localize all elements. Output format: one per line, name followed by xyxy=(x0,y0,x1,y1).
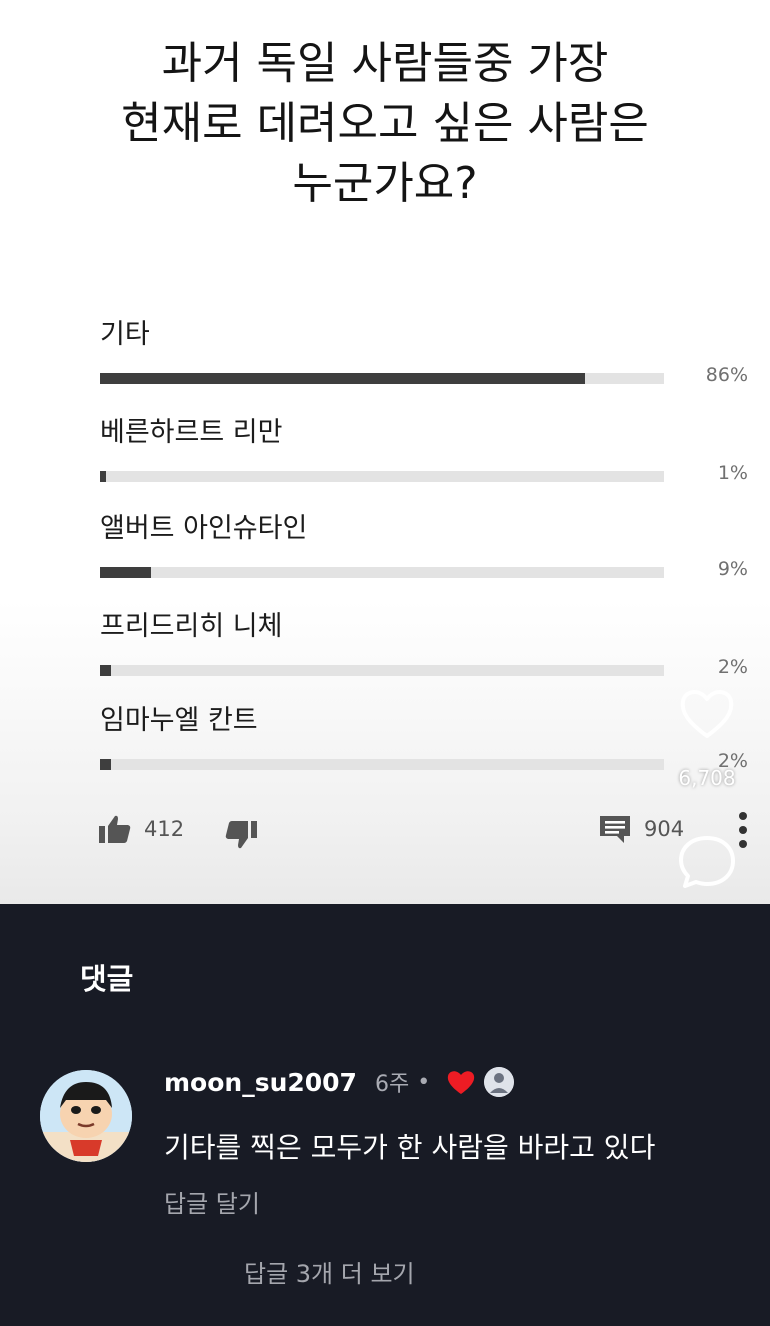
poll-bar-fill xyxy=(100,665,111,676)
poll-option[interactable]: 임마누엘 칸트 2% xyxy=(100,704,760,772)
poll-bar-fill xyxy=(100,471,106,482)
poll-question: 과거 독일 사람들중 가장 현재로 데려오고 싶은 사람은 누군가요? xyxy=(121,38,649,209)
comment-icon xyxy=(600,816,630,843)
poll-option[interactable]: 기타 86% xyxy=(100,318,760,386)
poll-bar-track xyxy=(100,373,664,384)
avatar[interactable] xyxy=(40,1070,132,1162)
dislike-button[interactable] xyxy=(224,820,258,850)
more-vertical-icon[interactable] xyxy=(736,810,750,850)
poll-option-label: 기타 xyxy=(100,319,150,350)
comment-text: 기타를 찍은 모두가 한 사람을 바라고 있다 xyxy=(164,1131,656,1164)
comment-bubble-icon[interactable] xyxy=(676,832,738,890)
red-heart-icon xyxy=(448,1071,475,1094)
poll-option-label: 프리드리히 니체 xyxy=(100,611,283,642)
poll-option[interactable]: 앨버트 아인슈타인 9% xyxy=(100,512,760,580)
avatar-image xyxy=(40,1070,132,1162)
thumbs-down-icon xyxy=(225,821,257,849)
reply-button[interactable]: 답글 달기 xyxy=(164,1184,260,1219)
poll-bar-fill xyxy=(100,567,151,578)
poll-option[interactable]: 프리드리히 니체 2% xyxy=(100,610,760,678)
overlay-like-count: 6,708 xyxy=(678,766,736,790)
poll-bar-fill xyxy=(100,373,585,384)
poll-bar-track xyxy=(100,471,664,482)
post-image: 과거 독일 사람들중 가장 현재로 데려오고 싶은 사람은 누군가요? 기타 86… xyxy=(0,0,770,904)
poll-actions: 412 904 xyxy=(0,806,770,856)
poll-bar-fill xyxy=(100,759,111,770)
comment-username[interactable]: moon_su2007 xyxy=(164,1068,357,1097)
view-more-replies[interactable]: 답글 3개 더 보기 xyxy=(244,1254,415,1289)
poll-option-percent: 2% xyxy=(717,656,748,678)
poll-bar-track xyxy=(100,665,664,676)
comment-time: 6주 xyxy=(374,1072,410,1097)
creator-avatar-icon xyxy=(484,1067,515,1097)
comments-heading: 댓글 xyxy=(80,962,134,996)
separator-dot: • xyxy=(417,1069,431,1095)
thumbs-up-icon xyxy=(99,815,131,843)
poll-option-label: 임마누엘 칸트 xyxy=(100,705,258,736)
poll-option-label: 베른하르트 리만 xyxy=(100,417,283,448)
poll-bar-track xyxy=(100,567,664,578)
comment-header: moon_su2007 6주 • xyxy=(164,1066,515,1098)
poll-option[interactable]: 베른하르트 리만 1% xyxy=(100,416,760,484)
comments-panel: 댓글 moon_su2007 6주 • 기타를 찍은 모두가 한 사람을 바라고… xyxy=(0,904,770,1326)
like-button[interactable]: 412 xyxy=(98,814,184,844)
poll-option-percent: 1% xyxy=(717,462,748,484)
heart-outline-icon[interactable] xyxy=(678,684,736,742)
comment-button[interactable]: 904 xyxy=(598,814,684,844)
poll-option-percent: 86% xyxy=(705,364,748,386)
poll-bar-track xyxy=(100,759,664,770)
like-count: 412 xyxy=(144,817,185,841)
poll-option-percent: 9% xyxy=(717,558,748,580)
poll-option-label: 앨버트 아인슈타인 xyxy=(100,513,308,544)
